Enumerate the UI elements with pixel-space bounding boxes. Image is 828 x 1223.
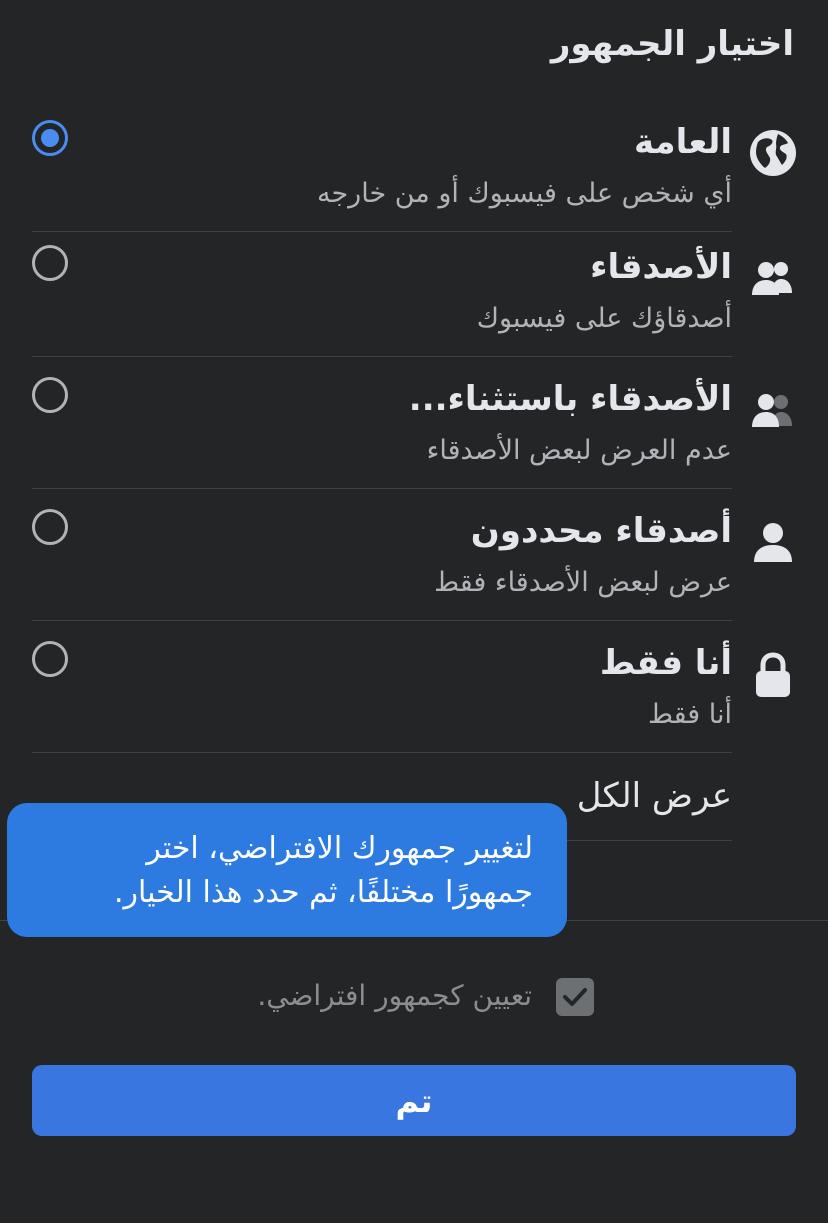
friends-except-icon xyxy=(748,385,798,435)
option-specific-friends[interactable]: أصدقاء محددون عرض لبعض الأصدقاء فقط xyxy=(0,489,828,621)
checkmark-icon xyxy=(563,988,587,1006)
option-public[interactable]: العامة أي شخص على فيسبوك أو من خارجه xyxy=(0,100,828,232)
tooltip-line: جمهورًا مختلفًا، ثم حدد هذا الخيار. xyxy=(113,875,533,910)
option-subtitle: أي شخص على فيسبوك أو من خارجه xyxy=(317,178,732,209)
option-subtitle: أنا فقط xyxy=(647,699,732,730)
set-default-row[interactable]: تعيين كجمهور افتراضي. xyxy=(0,975,828,1021)
option-subtitle: عرض لبعض الأصدقاء فقط xyxy=(434,567,732,598)
radio-specific-friends[interactable] xyxy=(32,509,68,545)
radio-friends[interactable] xyxy=(32,245,68,281)
radio-only-me[interactable] xyxy=(32,641,68,677)
option-friends[interactable]: الأصدقاء أصدقاؤك على فيسبوك xyxy=(0,225,828,357)
radio-public[interactable] xyxy=(32,120,68,156)
friends-icon xyxy=(748,253,798,303)
divider xyxy=(32,752,732,753)
option-title: أصدقاء محددون xyxy=(470,511,732,551)
option-title: أنا فقط xyxy=(599,643,732,683)
tooltip-line: لتغيير جمهورك الافتراضي، اختر xyxy=(146,831,533,866)
option-title: الأصدقاء xyxy=(590,247,732,287)
lock-icon xyxy=(748,649,798,699)
option-subtitle: عدم العرض لبعض الأصدقاء xyxy=(426,435,732,466)
globe-icon xyxy=(748,128,798,178)
default-checkbox[interactable] xyxy=(556,978,594,1016)
option-title: الأصدقاء باستثناء... xyxy=(408,379,732,419)
option-only-me[interactable]: أنا فقط أنا فقط xyxy=(0,621,828,753)
option-friends-except[interactable]: الأصدقاء باستثناء... عدم العرض لبعض الأص… xyxy=(0,357,828,489)
default-checkbox-label: تعيين كجمهور افتراضي. xyxy=(257,979,532,1012)
page-title: اختيار الجمهور xyxy=(550,24,794,64)
radio-friends-except[interactable] xyxy=(32,377,68,413)
option-subtitle: أصدقاؤك على فيسبوك xyxy=(476,303,732,334)
default-audience-tooltip: لتغيير جمهورك الافتراضي، اختر جمهورًا مخ… xyxy=(7,803,567,937)
option-title: العامة xyxy=(633,122,732,162)
person-icon xyxy=(748,517,798,567)
done-button[interactable]: تم xyxy=(32,1065,796,1136)
